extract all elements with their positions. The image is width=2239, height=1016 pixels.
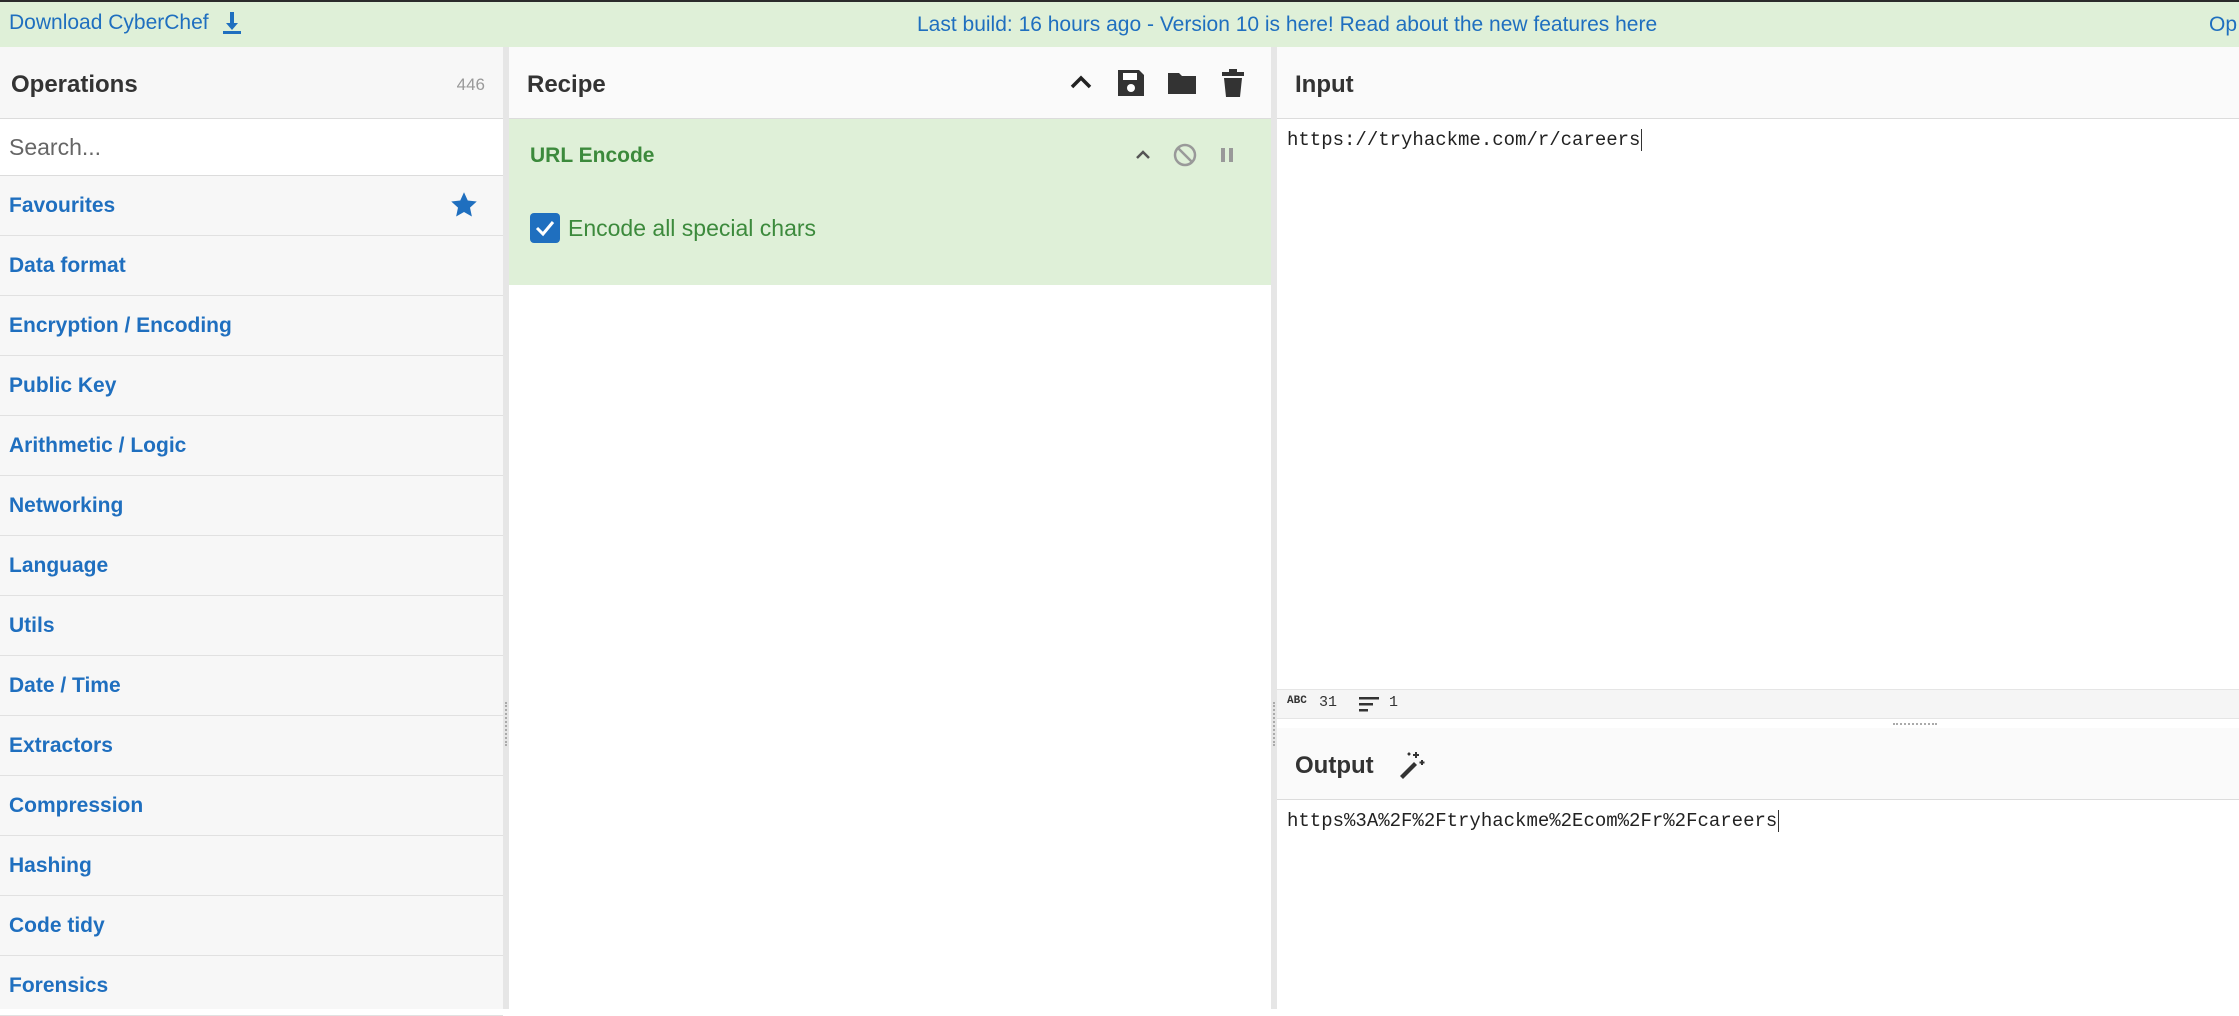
input-status-bar: ABC 31 1 [1277,689,2239,719]
download-label: Download CyberChef [9,11,209,34]
category-label: Forensics [9,974,109,997]
io-resize-grip[interactable] [1893,723,1937,727]
category-label: Date / Time [9,674,121,697]
category-label: Encryption / Encoding [9,314,232,337]
input-title: Input [1295,71,1354,98]
recipe-panel: Recipe URL Encode Encode all special cha… [509,47,1271,1009]
category-label: Compression [9,794,144,817]
recipe-title: Recipe [527,71,606,98]
category-utils[interactable]: Utils [0,596,503,656]
lines-icon [1359,697,1379,712]
category-extractors[interactable]: Extractors [0,716,503,776]
top-banner: Download CyberChef Last build: 16 hours … [0,0,2239,47]
folder-icon[interactable] [1166,67,1198,99]
category-label: Arithmetic / Logic [9,434,187,457]
input-header: Input [1277,47,2239,119]
category-label: Utils [9,614,55,637]
category-encryption-encoding[interactable]: Encryption / Encoding [0,296,503,356]
category-compression[interactable]: Compression [0,776,503,836]
category-label: Favourites [9,194,116,217]
options-link-partial[interactable]: Op [2209,13,2237,37]
output-textarea[interactable]: https%3A%2F%2Ftryhackme%2Ecom%2Fr%2Fcare… [1287,810,1780,833]
category-label: Public Key [9,374,117,397]
category-language[interactable]: Language [0,536,503,596]
encode-all-special-chars-label: Encode all special chars [568,215,817,241]
io-panel: Input https://tryhackme.com/r/careers AB… [1277,47,2239,1009]
operations-title: Operations [11,71,138,98]
category-public-key[interactable]: Public Key [0,356,503,416]
operation-name: URL Encode [530,144,655,167]
build-notice-link[interactable]: Last build: 16 hours ago - Version 10 is… [917,13,1657,37]
recipe-header: Recipe [509,47,1271,119]
category-label: Networking [9,494,124,517]
category-label: Language [9,554,109,577]
category-label: Code tidy [9,914,105,937]
star-icon [451,192,477,217]
category-list: Favourites Data format Encryption / Enco… [0,176,503,1016]
output-header: Output [1277,728,2239,800]
download-icon [222,12,241,34]
category-label: Extractors [9,734,113,757]
checkmark-icon [535,221,555,237]
disable-icon[interactable] [1171,141,1199,169]
category-data-format[interactable]: Data format [0,236,503,296]
input-text: https://tryhackme.com/r/careers [1287,129,1641,152]
operations-header: Operations 446 [0,47,503,119]
encode-all-special-chars-checkbox[interactable] [530,213,560,243]
save-icon[interactable] [1115,67,1147,99]
operations-count: 446 [456,75,485,94]
category-label: Hashing [9,854,92,877]
search-input[interactable] [0,119,503,175]
operations-panel: Operations 446 Favourites Data format En… [0,47,504,1016]
category-forensics[interactable]: Forensics [0,956,503,1016]
abc-icon: ABC [1287,695,1307,707]
collapse-all-icon[interactable] [1065,67,1097,99]
magic-wand-icon[interactable] [1396,748,1428,780]
output-title: Output [1295,752,1374,779]
output-text: https%3A%2F%2Ftryhackme%2Ecom%2Fr%2Fcare… [1287,810,1778,833]
category-networking[interactable]: Networking [0,476,503,536]
chevron-up-icon[interactable] [1129,141,1157,169]
category-hashing[interactable]: Hashing [0,836,503,896]
trash-icon[interactable] [1217,67,1249,99]
category-code-tidy[interactable]: Code tidy [0,896,503,956]
breakpoint-pause-icon[interactable] [1213,141,1241,169]
text-cursor [1778,810,1780,832]
category-label: Data format [9,254,126,277]
text-cursor [1641,129,1643,151]
input-length: 31 [1319,694,1338,711]
category-arithmetic-logic[interactable]: Arithmetic / Logic [0,416,503,476]
recipe-operation-url-encode[interactable]: URL Encode Encode all special chars [509,119,1271,285]
download-cyberchef-link[interactable]: Download CyberChef [9,11,243,35]
operations-search [0,119,503,176]
category-favourites[interactable]: Favourites [0,176,503,236]
category-date-time[interactable]: Date / Time [0,656,503,716]
input-textarea[interactable]: https://tryhackme.com/r/careers [1287,129,1643,152]
input-lines: 1 [1389,694,1399,711]
